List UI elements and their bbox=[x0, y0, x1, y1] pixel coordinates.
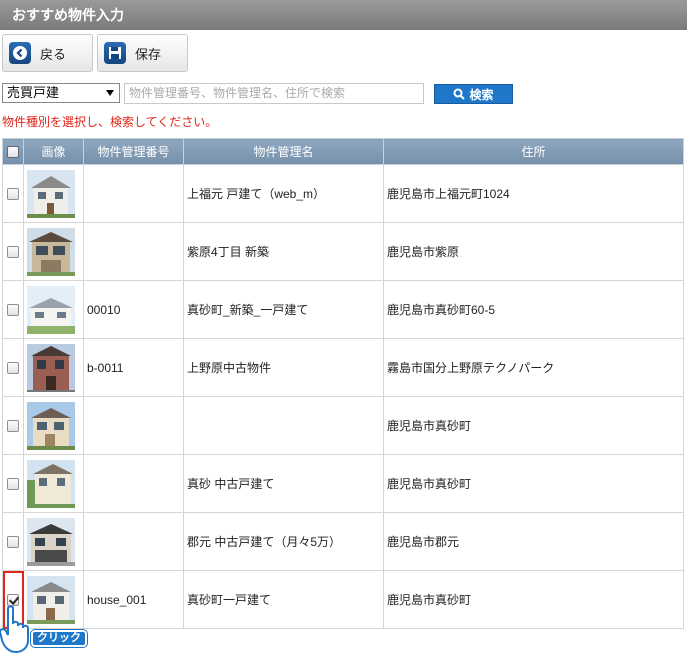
table-header-row: 画像 物件管理番号 物件管理名 住所 bbox=[2, 138, 684, 165]
row-checkbox[interactable] bbox=[7, 188, 19, 201]
address-cell: 鹿児島市真砂町 bbox=[383, 454, 684, 513]
table-row[interactable]: 鹿児島市真砂町 bbox=[2, 396, 684, 455]
name-cell: 郡元 中古戸建て（月々5万） bbox=[183, 512, 384, 571]
save-button-label: 保存 bbox=[135, 46, 162, 62]
column-header-code: 物件管理番号 bbox=[83, 138, 184, 165]
row-select-cell bbox=[2, 280, 24, 339]
code-cell bbox=[83, 512, 184, 571]
select-all-header bbox=[2, 138, 24, 165]
chevron-down-icon bbox=[106, 90, 114, 96]
house-photo bbox=[27, 227, 75, 276]
arrow-left-icon bbox=[9, 42, 31, 64]
row-select-cell bbox=[2, 512, 24, 571]
row-select-cell bbox=[2, 222, 24, 281]
name-cell: 上福元 戸建て（web_m） bbox=[183, 164, 384, 223]
thumbnail-cell bbox=[23, 570, 84, 629]
name-cell: 真砂町一戸建て bbox=[183, 570, 384, 629]
name-cell: 紫原4丁目 新築 bbox=[183, 222, 384, 281]
address-cell: 鹿児島市真砂町 bbox=[383, 570, 684, 629]
property-type-select[interactable]: 売買戸建 bbox=[2, 83, 120, 103]
name-cell: 真砂町_新築_一戸建て bbox=[183, 280, 384, 339]
house-photo bbox=[27, 401, 75, 450]
name-cell: 真砂 中古戸建て bbox=[183, 454, 384, 513]
search-row: 売買戸建 物件管理番号、物件管理名、住所で検索 検索 bbox=[0, 83, 687, 105]
search-button[interactable]: 検索 bbox=[434, 84, 513, 104]
code-cell bbox=[83, 454, 184, 513]
table-row[interactable]: 00010 真砂町_新築_一戸建て 鹿児島市真砂町60-5 bbox=[2, 280, 684, 339]
code-cell bbox=[83, 164, 184, 223]
thumbnail-cell bbox=[23, 454, 84, 513]
house-photo bbox=[27, 285, 75, 334]
thumbnail-cell bbox=[23, 338, 84, 397]
search-placeholder: 物件管理番号、物件管理名、住所で検索 bbox=[129, 86, 346, 100]
floppy-disk-icon bbox=[104, 42, 126, 64]
address-cell: 鹿児島市真砂町60-5 bbox=[383, 280, 684, 339]
back-button[interactable]: 戻る bbox=[2, 34, 93, 72]
thumbnail-cell bbox=[23, 222, 84, 281]
row-select-cell bbox=[2, 164, 24, 223]
table-row[interactable]: house_001 真砂町一戸建て 鹿児島市真砂町 bbox=[2, 570, 684, 629]
click-annotation-label: クリック bbox=[31, 630, 87, 647]
address-cell: 鹿児島市郡元 bbox=[383, 512, 684, 571]
row-checkbox[interactable] bbox=[7, 420, 19, 433]
page-title: おすすめ物件入力 bbox=[0, 0, 687, 30]
name-cell bbox=[183, 396, 384, 455]
code-cell: b-0011 bbox=[83, 338, 184, 397]
property-type-value: 売買戸建 bbox=[7, 85, 60, 100]
row-checkbox[interactable] bbox=[7, 478, 19, 491]
row-checkbox[interactable] bbox=[7, 594, 19, 607]
name-cell: 上野原中古物件 bbox=[183, 338, 384, 397]
table-row[interactable]: 上福元 戸建て（web_m） 鹿児島市上福元町1024 bbox=[2, 164, 684, 223]
row-select-cell bbox=[2, 338, 24, 397]
table-row[interactable]: 真砂 中古戸建て 鹿児島市真砂町 bbox=[2, 454, 684, 513]
house-photo bbox=[27, 459, 75, 508]
search-button-label: 検索 bbox=[469, 87, 494, 102]
select-all-checkbox[interactable] bbox=[7, 146, 19, 159]
house-photo bbox=[27, 343, 75, 392]
address-cell: 鹿児島市上福元町1024 bbox=[383, 164, 684, 223]
column-header-address: 住所 bbox=[383, 138, 684, 165]
table-row[interactable]: b-0011 上野原中古物件 霧島市国分上野原テクノパーク bbox=[2, 338, 684, 397]
thumbnail-cell bbox=[23, 396, 84, 455]
save-button[interactable]: 保存 bbox=[97, 34, 188, 72]
table-row[interactable]: 紫原4丁目 新築 鹿児島市紫原 bbox=[2, 222, 684, 281]
search-notice: 物件種別を選択し、検索してください。 bbox=[2, 115, 218, 129]
column-header-image: 画像 bbox=[23, 138, 84, 165]
address-cell: 霧島市国分上野原テクノパーク bbox=[383, 338, 684, 397]
row-select-cell-highlighted bbox=[2, 570, 24, 629]
row-select-cell bbox=[2, 454, 24, 513]
code-cell bbox=[83, 222, 184, 281]
back-button-label: 戻る bbox=[40, 46, 67, 62]
search-icon bbox=[453, 88, 466, 100]
search-input[interactable]: 物件管理番号、物件管理名、住所で検索 bbox=[124, 83, 424, 104]
code-cell: 00010 bbox=[83, 280, 184, 339]
thumbnail-cell bbox=[23, 280, 84, 339]
row-select-cell bbox=[2, 396, 24, 455]
house-photo bbox=[27, 575, 75, 624]
row-checkbox[interactable] bbox=[7, 536, 19, 549]
property-table: 画像 物件管理番号 物件管理名 住所 上福元 戸建て（web_m） 鹿児島市上福… bbox=[2, 138, 684, 629]
table-row[interactable]: 郡元 中古戸建て（月々5万） 鹿児島市郡元 bbox=[2, 512, 684, 571]
code-cell bbox=[83, 396, 184, 455]
house-photo bbox=[27, 517, 75, 566]
address-cell: 鹿児島市真砂町 bbox=[383, 396, 684, 455]
code-cell: house_001 bbox=[83, 570, 184, 629]
column-header-name: 物件管理名 bbox=[183, 138, 384, 165]
thumbnail-cell bbox=[23, 164, 84, 223]
row-checkbox[interactable] bbox=[7, 246, 19, 259]
thumbnail-cell bbox=[23, 512, 84, 571]
address-cell: 鹿児島市紫原 bbox=[383, 222, 684, 281]
row-checkbox[interactable] bbox=[7, 304, 19, 317]
row-checkbox[interactable] bbox=[7, 362, 19, 375]
house-photo bbox=[27, 169, 75, 218]
